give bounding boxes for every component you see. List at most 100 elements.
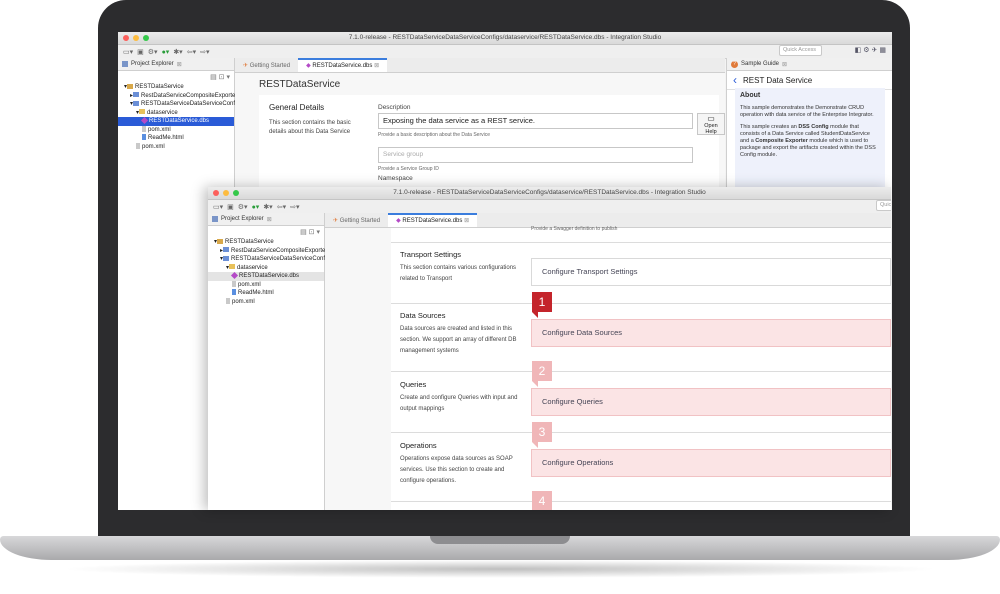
debug-icon[interactable]: ✱▾ bbox=[173, 48, 182, 56]
perspective-icons[interactable]: ◧⚙✈▦ bbox=[855, 46, 888, 54]
section-divider bbox=[391, 501, 891, 502]
tree-item[interactable]: pom.xml bbox=[124, 142, 234, 152]
chevron-left-icon[interactable]: ‹ bbox=[733, 73, 737, 87]
front-tree: ▾ RESTDataService ▸ RestDataServiceComposi… bbox=[208, 226, 333, 307]
forward-icon[interactable]: ⇨▾ bbox=[290, 203, 299, 211]
configure-operations-button[interactable]: Configure Operations bbox=[531, 449, 891, 477]
description-input[interactable]: Exposing the data service as a REST serv… bbox=[378, 113, 693, 129]
tree-item[interactable]: ▾ RESTDataServiceDataServiceConfigs bbox=[124, 100, 243, 109]
tree-item[interactable]: ReadMe.html bbox=[124, 134, 234, 143]
configure-datasources-button[interactable]: Configure Data Sources bbox=[531, 319, 891, 347]
tree-item[interactable]: pom.xml bbox=[124, 125, 234, 135]
about-para-2: This sample creates an DSS Config module… bbox=[740, 124, 876, 158]
datasources-title: Data Sources bbox=[400, 311, 446, 320]
tree-item[interactable]: ▾ RESTDataService bbox=[214, 238, 324, 247]
namespace-label: Namespace bbox=[378, 175, 413, 182]
window-title: 7.1.0-release - RESTDataServiceDataServi… bbox=[348, 34, 662, 41]
tab-getting-started[interactable]: ✈ Getting Started bbox=[235, 60, 298, 72]
tab-rest-dataservice[interactable]: ◆ RESTDataService.dbs ⊠ bbox=[388, 213, 478, 227]
quick-access-input[interactable]: Quic bbox=[876, 200, 891, 211]
run-icon[interactable]: ●▾ bbox=[162, 48, 170, 56]
section-divider bbox=[391, 432, 891, 433]
front-project-explorer: Project Explorer ⊠ ▤ ⊡ ▾ ▾ RESTDataServic… bbox=[208, 213, 333, 510]
general-desc: This section contains the basic details … bbox=[269, 120, 351, 135]
step-badge-2: 2 bbox=[532, 361, 552, 381]
badge-tail bbox=[532, 312, 538, 318]
configure-transport-button[interactable]: Configure Transport Settings bbox=[531, 258, 891, 286]
about-heading: About bbox=[740, 92, 761, 99]
forward-icon[interactable]: ⇨▾ bbox=[200, 48, 209, 56]
tab-rest-dataservice[interactable]: ◆ RESTDataService.dbs ⊠ bbox=[298, 58, 388, 72]
step-badge-1: 1 bbox=[532, 292, 552, 312]
swagger-hint: Provide a Swagger definition to publish bbox=[531, 226, 618, 232]
tree-item[interactable]: pom.xml bbox=[214, 280, 324, 290]
laptop-base-notch bbox=[430, 536, 570, 544]
sample-guide-tab[interactable]: ? Sample Guide ⊠ bbox=[727, 58, 892, 71]
quick-access-input[interactable]: Quick Access bbox=[779, 45, 822, 56]
front-editor-content: Provide a Swagger definition to publish … bbox=[391, 226, 891, 510]
explorer-tab[interactable]: Project Explorer ⊠ bbox=[208, 213, 324, 226]
close-icon[interactable]: ⊠ bbox=[177, 61, 182, 68]
front-title-bar: 7.1.0-release - RESTDataServiceDataServi… bbox=[208, 187, 891, 200]
back-editor-tabs: ✈ Getting Started ◆ RESTDataService.dbs … bbox=[235, 58, 725, 73]
close-icon[interactable]: ⊠ bbox=[782, 61, 787, 68]
editor-gutter bbox=[325, 228, 392, 510]
save-icon[interactable]: ▣ bbox=[137, 48, 144, 56]
operations-desc: Operations expose data sources as SOAP s… bbox=[400, 456, 513, 484]
section-divider bbox=[391, 371, 891, 372]
section-divider bbox=[391, 303, 891, 304]
tree-item[interactable]: ▸ RestDataServiceCompositeExporter bbox=[214, 247, 327, 256]
laptop-shadow bbox=[60, 560, 940, 578]
front-toolbar: ▭▾ ▣ ⚙▾ ●▾ ✱▾ ⇦▾ ⇨▾ bbox=[208, 200, 891, 214]
explorer-view-icons[interactable]: ▤ ⊡ ▾ bbox=[210, 73, 230, 81]
debug-icon[interactable]: ✱▾ bbox=[263, 203, 272, 211]
queries-title: Queries bbox=[400, 380, 427, 389]
open-help-button[interactable]: ▭ Open Help bbox=[697, 113, 725, 135]
about-para-1: This sample demonstrates the Demonstrate… bbox=[740, 105, 874, 118]
description-label: Description bbox=[378, 104, 411, 111]
new-icon[interactable]: ▭▾ bbox=[123, 48, 133, 56]
description-hint: Provide a basic description about the Da… bbox=[378, 132, 491, 138]
explorer-icon bbox=[212, 216, 218, 222]
section-divider bbox=[391, 242, 891, 243]
tree-item[interactable]: pom.xml bbox=[214, 297, 324, 307]
settings-icon[interactable]: ⚙▾ bbox=[148, 48, 158, 56]
step-badge-3: 3 bbox=[532, 422, 552, 442]
service-title: RESTDataService bbox=[259, 79, 341, 90]
back-icon[interactable]: ⇦▾ bbox=[277, 203, 286, 211]
front-window: 7.1.0-release - RESTDataServiceDataServi… bbox=[208, 187, 891, 510]
tree-item[interactable]: ▾ dataservice bbox=[124, 109, 234, 118]
tab-getting-started[interactable]: ✈ Getting Started bbox=[325, 215, 388, 227]
tree-item[interactable]: ▾ RESTDataServiceDataServiceConfigs bbox=[214, 255, 333, 264]
explorer-tab[interactable]: Project Explorer ⊠ bbox=[118, 58, 234, 71]
new-icon[interactable]: ▭▾ bbox=[213, 203, 223, 211]
transport-title: Transport Settings bbox=[400, 250, 461, 259]
datasources-desc: Data sources are created and listed in t… bbox=[400, 326, 517, 354]
tree-item[interactable]: ▾ RESTDataService bbox=[124, 83, 234, 92]
transport-desc: This section contains various configurat… bbox=[400, 265, 517, 282]
monitor-icon: ▭ bbox=[707, 114, 715, 123]
close-icon[interactable]: ⊠ bbox=[267, 216, 272, 223]
tree-item-selected[interactable]: RESTDataService.dbs bbox=[118, 116, 234, 126]
settings-icon[interactable]: ⚙▾ bbox=[238, 203, 248, 211]
general-heading: General Details bbox=[269, 103, 325, 112]
badge-tail bbox=[532, 442, 538, 448]
run-icon[interactable]: ●▾ bbox=[252, 203, 260, 211]
configure-queries-button[interactable]: Configure Queries bbox=[531, 388, 891, 416]
operations-title: Operations bbox=[400, 441, 437, 450]
back-icon[interactable]: ⇦▾ bbox=[187, 48, 196, 56]
service-group-input[interactable]: Service group bbox=[378, 147, 693, 163]
back-tree: ▾ RESTDataService ▸ RestDataServiceComposi… bbox=[118, 71, 243, 152]
step-badge-4: 4 bbox=[532, 491, 552, 510]
queries-desc: Create and configure Queries with input … bbox=[400, 395, 518, 412]
explorer-view-icons[interactable]: ▤ ⊡ ▾ bbox=[300, 228, 320, 236]
explorer-icon bbox=[122, 61, 128, 67]
back-toolbar: ▭▾ ▣ ⚙▾ ●▾ ✱▾ ⇦▾ ⇨▾ bbox=[118, 45, 892, 59]
tree-item-selected[interactable]: RESTDataService.dbs bbox=[208, 271, 324, 281]
tree-item[interactable]: ReadMe.html bbox=[214, 289, 324, 298]
badge-tail bbox=[532, 381, 538, 387]
tree-item[interactable]: ▾ dataservice bbox=[214, 264, 324, 273]
service-group-hint: Provide a Service Group ID bbox=[378, 166, 439, 172]
tree-item[interactable]: ▸ RestDataServiceCompositeExporter bbox=[124, 92, 237, 101]
save-icon[interactable]: ▣ bbox=[227, 203, 234, 211]
